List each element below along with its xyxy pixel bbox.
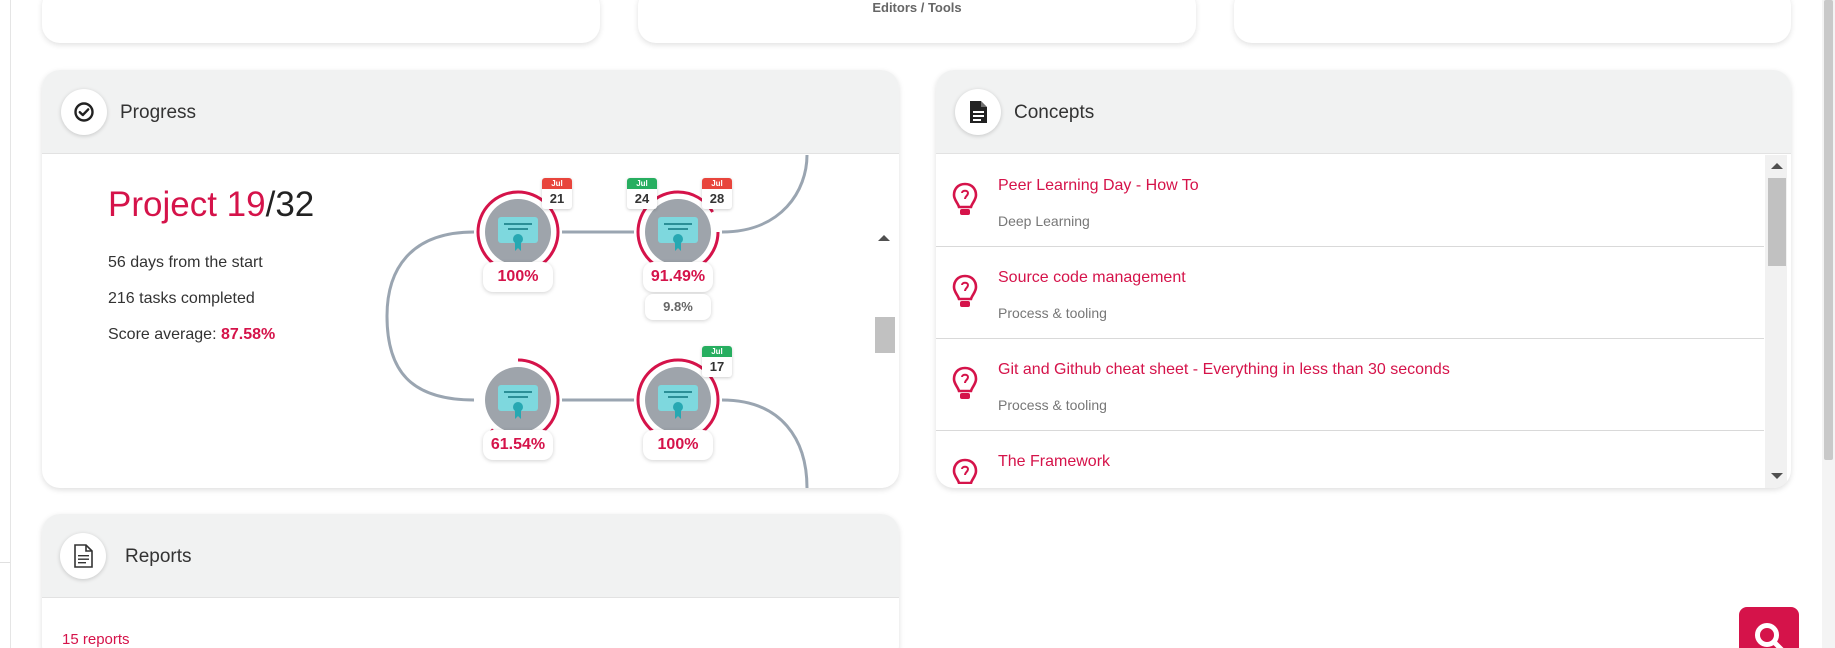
concept-title[interactable]: Git and Github cheat sheet - Everything … — [998, 361, 1450, 379]
progress-scrollbar[interactable] — [872, 155, 895, 488]
lightbulb-icon — [952, 182, 978, 215]
calendar-badge: Jul 28 — [702, 178, 732, 209]
search-button[interactable] — [1739, 607, 1799, 648]
document-icon — [970, 101, 987, 123]
scroll-up-arrow[interactable] — [878, 235, 890, 241]
reports-count-link[interactable]: 15 reports — [62, 631, 130, 648]
progress-panel: Progress Project 19/32 56 days from the … — [42, 70, 899, 488]
concept-category: Process & tooling — [998, 397, 1107, 413]
left-rail-tick — [0, 562, 10, 563]
concepts-badge — [955, 89, 1001, 135]
list-item[interactable]: Source code management Process & tooling — [936, 247, 1764, 339]
progress-track — [385, 154, 809, 488]
calendar-month: Jul — [627, 178, 657, 189]
list-item[interactable]: The Framework — [936, 431, 1764, 484]
calendar-day: 21 — [549, 191, 565, 206]
list-item[interactable]: Peer Learning Day - How To Deep Learning — [936, 155, 1764, 247]
calendar-badge: Jul 24 — [627, 178, 657, 209]
lightbulb-icon — [952, 274, 978, 307]
report-icon — [74, 544, 93, 568]
reports-title: Reports — [125, 546, 192, 567]
node-percent: 100% — [497, 268, 539, 285]
concept-title[interactable]: Peer Learning Day - How To — [998, 177, 1199, 195]
calendar-month: Jul — [702, 178, 732, 189]
reports-header: Reports — [42, 514, 899, 598]
left-rail — [10, 0, 11, 648]
concept-category: Process & tooling — [998, 305, 1107, 321]
breadcrumb: Editors / Tools — [872, 0, 962, 15]
calendar-day: 24 — [634, 191, 650, 206]
concept-category: Deep Learning — [998, 213, 1090, 229]
top-card-middle: Editors / Tools — [638, 0, 1196, 43]
calendar-badge: Jul 21 — [542, 178, 572, 209]
concepts-title: Concepts — [1014, 102, 1095, 123]
concept-title[interactable]: Source code management — [998, 269, 1186, 287]
concept-title[interactable]: The Framework — [998, 453, 1110, 471]
lightbulb-icon — [952, 458, 978, 484]
calendar-badge: Jul 17 — [702, 346, 732, 377]
calendar-day: 17 — [709, 359, 725, 374]
node-subtext: 9.8% — [645, 294, 711, 320]
reports-panel: Reports 15 reports — [42, 514, 899, 648]
scroll-thumb[interactable] — [875, 317, 895, 353]
lightbulb-icon — [952, 366, 978, 399]
scroll-thumb[interactable] — [1768, 178, 1786, 266]
node-percent: 91.49% — [650, 268, 706, 285]
calendar-day: 28 — [709, 191, 725, 206]
concept-list: Peer Learning Day - How To Deep Learning… — [936, 155, 1764, 484]
node-percent: 100% — [657, 436, 699, 453]
scroll-up-arrow[interactable] — [1771, 163, 1783, 169]
concepts-scrollbar[interactable] — [1765, 155, 1787, 488]
calendar-month: Jul — [542, 178, 572, 189]
concepts-header: Concepts — [936, 70, 1791, 154]
calendar-month: Jul — [702, 346, 732, 357]
concepts-panel: Concepts Peer Learning Day - How To Deep… — [936, 70, 1791, 488]
top-card-right — [1234, 0, 1791, 43]
page-scroll-thumb[interactable] — [1824, 0, 1833, 460]
top-card-left — [42, 0, 600, 43]
search-icon — [1755, 623, 1784, 648]
node-percent: 61.54% — [490, 436, 546, 453]
scroll-down-arrow[interactable] — [1771, 473, 1783, 479]
page-scrollbar[interactable] — [1822, 0, 1835, 648]
reports-badge — [60, 533, 106, 579]
list-item[interactable]: Git and Github cheat sheet - Everything … — [936, 339, 1764, 431]
